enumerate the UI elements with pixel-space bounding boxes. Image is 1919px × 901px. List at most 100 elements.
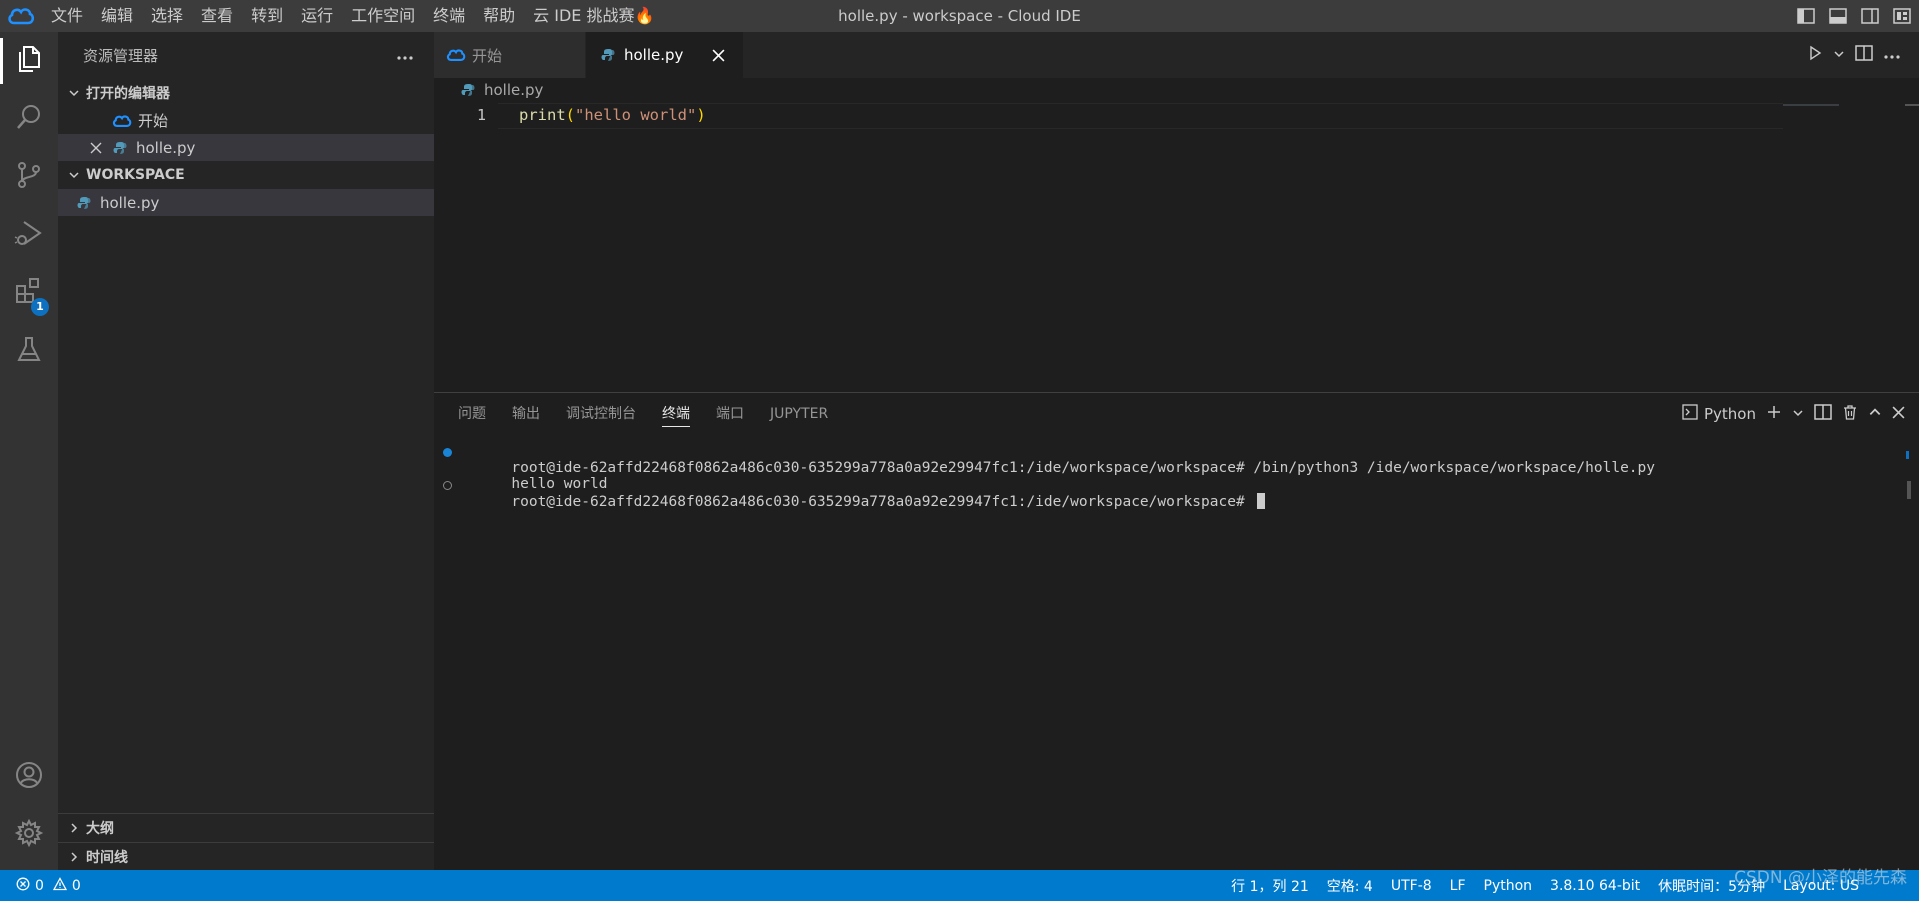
- menu-go[interactable]: 转到: [242, 0, 292, 32]
- command-success-decoration[interactable]: [443, 448, 452, 457]
- code-token-string: "hello world": [575, 106, 697, 124]
- tab-terminal[interactable]: 终端: [662, 393, 690, 435]
- menu-view[interactable]: 查看: [192, 0, 242, 32]
- workspace-label: WORKSPACE: [86, 167, 185, 183]
- code-token-function: print: [519, 106, 566, 124]
- idle-timeout[interactable]: 休眠时间：5分钟: [1658, 876, 1765, 896]
- tab-ports[interactable]: 端口: [716, 393, 744, 435]
- close-icon[interactable]: [86, 138, 106, 158]
- terminal-output[interactable]: root@ide-62affd22468f0862a486c030-635299…: [434, 443, 1894, 510]
- activity-manage[interactable]: [0, 806, 58, 864]
- gear-icon: [14, 818, 44, 852]
- run-file-icon[interactable]: [1807, 45, 1823, 65]
- workspace-header[interactable]: WORKSPACE: [58, 161, 434, 189]
- tab-debug-console[interactable]: 调试控制台: [566, 393, 636, 435]
- tab-holle-py[interactable]: holle.py: [586, 32, 745, 78]
- title-bar: 文件 编辑 选择 查看 转到 运行 工作空间 终端 帮助 云 IDE 挑战赛🔥 …: [0, 0, 1919, 32]
- open-editor-item-holle[interactable]: holle.py: [58, 134, 434, 161]
- timeline-header[interactable]: 时间线: [58, 842, 434, 870]
- terminal-profile-label: Python: [1704, 405, 1756, 423]
- end-of-line[interactable]: LF: [1450, 878, 1466, 894]
- editor-area: 开始 holle.py holle.py 1 print("hello worl…: [434, 32, 1919, 392]
- tab-jupyter[interactable]: JUPYTER: [770, 393, 828, 435]
- tab-output[interactable]: 输出: [512, 393, 540, 435]
- menu-challenge[interactable]: 云 IDE 挑战赛🔥: [524, 0, 663, 32]
- terminal-line: root@ide-62affd22468f0862a486c030-635299…: [434, 443, 1894, 476]
- error-icon: [16, 877, 30, 895]
- toggle-panel-icon[interactable]: [1827, 5, 1849, 27]
- more-actions-icon[interactable]: [1883, 46, 1901, 64]
- more-actions-icon[interactable]: [396, 47, 414, 65]
- chevron-up-icon[interactable]: [1868, 405, 1882, 423]
- breadcrumb-file[interactable]: holle.py: [484, 81, 543, 99]
- sidebar-title-label: 资源管理器: [83, 47, 159, 65]
- language-mode[interactable]: Python: [1484, 878, 1533, 894]
- timeline-label: 时间线: [86, 849, 128, 866]
- command-pending-decoration[interactable]: [443, 481, 452, 490]
- code-editor[interactable]: 1 print("hello world"): [434, 102, 1919, 132]
- tab-problems[interactable]: 问题: [458, 393, 486, 435]
- split-editor-icon[interactable]: [1855, 45, 1873, 65]
- activity-run-debug[interactable]: [0, 206, 58, 264]
- encoding[interactable]: UTF-8: [1391, 878, 1432, 894]
- status-right-items: 行 1，列 21 空格: 4 UTF-8 LF Python 3.8.10 64…: [1231, 876, 1919, 896]
- open-editor-item-welcome[interactable]: 开始: [58, 107, 434, 134]
- close-icon[interactable]: [707, 44, 729, 66]
- outline-header[interactable]: 大纲: [58, 814, 434, 842]
- menu-selection[interactable]: 选择: [142, 0, 192, 32]
- open-editors-header[interactable]: 打开的编辑器: [58, 79, 434, 107]
- outline-label: 大纲: [86, 821, 114, 837]
- indentation[interactable]: 空格: 4: [1327, 876, 1373, 896]
- python-file-icon: [110, 138, 130, 158]
- python-file-icon: [598, 45, 618, 65]
- menu-terminal[interactable]: 终端: [424, 0, 474, 32]
- status-bar: 0 0 行 1，列 21 空格: 4 UTF-8 LF Python 3.8.1…: [0, 870, 1919, 901]
- editor-scrollbar[interactable]: [1905, 104, 1919, 106]
- python-interpreter[interactable]: 3.8.10 64-bit: [1550, 878, 1640, 894]
- chevron-down-icon[interactable]: [1833, 46, 1845, 64]
- activity-extensions[interactable]: 1: [0, 264, 58, 322]
- chevron-right-icon: [64, 847, 84, 867]
- toggle-secondary-sidebar-icon[interactable]: [1859, 5, 1881, 27]
- menu-edit[interactable]: 编辑: [92, 0, 142, 32]
- sidebar-bottom-sections: 大纲 时间线: [58, 813, 434, 870]
- problems-status[interactable]: 0 0: [0, 876, 81, 895]
- open-editor-label: holle.py: [136, 138, 196, 157]
- search-icon: [14, 102, 44, 136]
- activity-search[interactable]: [0, 90, 58, 148]
- open-editor-label: 开始: [138, 112, 169, 130]
- menu-file[interactable]: 文件: [42, 0, 92, 32]
- split-terminal-icon[interactable]: [1814, 404, 1832, 424]
- trash-icon[interactable]: [1842, 404, 1858, 424]
- cursor-position[interactable]: 行 1，列 21: [1231, 876, 1309, 896]
- chevron-down-icon[interactable]: [1792, 405, 1804, 423]
- cloud-icon: [112, 111, 132, 131]
- customize-layout-icon[interactable]: [1891, 5, 1913, 27]
- activity-explorer[interactable]: [0, 32, 58, 90]
- code-line[interactable]: print("hello world"): [519, 106, 706, 124]
- source-control-icon: [14, 160, 44, 194]
- tab-welcome[interactable]: 开始: [434, 32, 586, 78]
- terminal-line: hello world: [434, 460, 1894, 492]
- terminal-profile-selector[interactable]: Python: [1682, 404, 1756, 424]
- menu-bar: 文件 编辑 选择 查看 转到 运行 工作空间 终端 帮助 云 IDE 挑战赛🔥: [42, 0, 663, 32]
- activity-bar: 1: [0, 32, 58, 870]
- editor-tab-bar: 开始 holle.py: [434, 32, 1919, 78]
- add-terminal-icon[interactable]: [1766, 404, 1782, 424]
- menu-help[interactable]: 帮助: [474, 0, 524, 32]
- editor-actions: [1807, 32, 1901, 78]
- workspace-file-holle[interactable]: holle.py: [58, 189, 434, 216]
- activity-source-control[interactable]: [0, 148, 58, 206]
- terminal-scrollbar[interactable]: [1907, 481, 1911, 499]
- activity-accounts[interactable]: [0, 748, 58, 806]
- tab-label: holle.py: [624, 46, 684, 64]
- warning-count: 0: [71, 877, 81, 894]
- layout-controls: [1795, 0, 1913, 32]
- keyboard-layout[interactable]: Layout: US: [1783, 878, 1859, 894]
- minimap[interactable]: [1783, 104, 1839, 106]
- toggle-primary-sidebar-icon[interactable]: [1795, 5, 1817, 27]
- menu-workspace[interactable]: 工作空间: [342, 0, 424, 32]
- close-icon[interactable]: [1892, 405, 1905, 423]
- activity-testing[interactable]: [0, 322, 58, 380]
- menu-run[interactable]: 运行: [292, 0, 342, 32]
